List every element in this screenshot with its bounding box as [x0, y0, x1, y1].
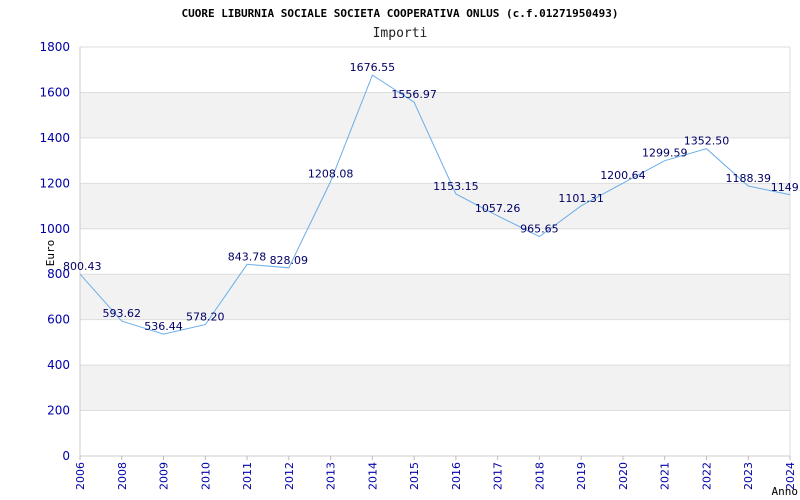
y-tick-label: 1200: [39, 176, 70, 190]
chart-subtitle: Importi: [373, 26, 428, 41]
data-label: 828.09: [270, 254, 309, 267]
data-label: 1188.39: [725, 172, 771, 185]
x-tick-label: 2013: [325, 462, 338, 490]
chart-title: CUORE LIBURNIA SOCIALE SOCIETA COOPERATI…: [181, 7, 618, 20]
x-tick-label: 2012: [283, 462, 296, 490]
y-axis-label: Euro: [44, 240, 57, 267]
y-tick-label: 400: [47, 358, 70, 372]
data-label: 593.62: [103, 307, 142, 320]
x-tick-label: 2021: [659, 462, 672, 490]
data-label: 1556.97: [391, 88, 437, 101]
x-tick-label: 2022: [700, 462, 713, 490]
data-label: 800.43: [63, 260, 102, 273]
x-tick-label: 2023: [742, 462, 755, 490]
x-tick-label: 2006: [74, 462, 87, 490]
x-tick-label: 2018: [533, 462, 546, 490]
y-tick-label: 1400: [39, 131, 70, 145]
y-tick-label: 0: [62, 449, 70, 463]
plot-area: 0200400600800100012001400160018002006 200…: [39, 40, 800, 490]
line-chart: CUORE LIBURNIA SOCIALE SOCIETA COOPERATI…: [39, 7, 800, 498]
x-tick-label: 2015: [408, 462, 421, 490]
y-tick-label: 1800: [39, 40, 70, 54]
data-label: 1299.59: [642, 147, 688, 160]
grid-band: [80, 365, 790, 411]
x-tick-label: 2017: [492, 462, 505, 490]
data-label: 1676.55: [350, 61, 396, 74]
y-tick-label: 1600: [39, 85, 70, 99]
y-tick-label: 600: [47, 313, 70, 327]
x-tick-label: 2010: [199, 462, 212, 490]
x-tick-label: 2014: [366, 462, 379, 490]
data-label: 1208.08: [308, 167, 354, 180]
data-label: 1153.15: [433, 180, 479, 193]
x-axis-label: Anno: [772, 485, 799, 498]
data-label: 965.65: [520, 223, 559, 236]
data-label: 1149.6: [771, 181, 800, 194]
data-label: 1057.26: [475, 202, 521, 215]
data-label: 578.20: [186, 311, 225, 324]
x-tick-label: 2016: [450, 462, 463, 490]
data-label: 1200.64: [600, 169, 646, 182]
x-tick-label: 2011: [241, 462, 254, 490]
data-label: 1101.31: [558, 192, 604, 205]
data-label: 536.44: [144, 320, 183, 333]
data-label: 1352.50: [684, 135, 730, 148]
x-tick-label: 2008: [116, 462, 129, 490]
x-tick-label: 2019: [575, 462, 588, 490]
x-tick-label: 2020: [617, 462, 630, 490]
data-label: 843.78: [228, 250, 267, 263]
y-tick-label: 1000: [39, 222, 70, 236]
y-tick-label: 200: [47, 404, 70, 418]
x-tick-label: 2009: [158, 462, 171, 490]
